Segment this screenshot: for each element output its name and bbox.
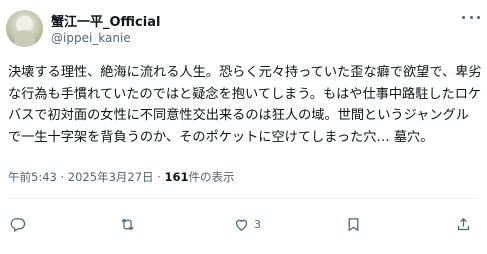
bookmark-button[interactable] [345,212,362,236]
bookmark-icon [348,217,359,231]
more-options-icon[interactable] [462,12,480,22]
like-count: 3 [254,217,261,231]
post-meta: 午前5:43 · 2025年3月27日 · 161件の表示 [8,169,235,185]
views-label: 件の表示 [188,170,235,184]
share-icon [457,217,470,230]
like-button[interactable]: 3 [233,212,261,236]
comment-icon [10,217,26,232]
meta-separator: · [157,170,161,184]
post-text: 決壊する理性、絶海に流れる人生。恐らく元々持っていた歪な癖で欲望で、卑劣な行為も… [8,65,482,145]
repost-icon [121,218,134,230]
divider [8,198,479,199]
repost-button[interactable] [119,212,136,236]
reply-button[interactable] [9,212,26,236]
meta-separator: · [60,170,65,184]
author-handle[interactable]: @ippei_kanie [51,31,131,45]
post-time[interactable]: 午前5:43 [8,170,57,184]
avatar[interactable] [6,10,43,47]
views-count: 161 [164,170,189,184]
author-name[interactable]: 蟹江一平_Official [51,11,160,30]
post-date[interactable]: 2025年3月27日 [68,170,154,184]
heart-icon [235,219,248,231]
action-bar: 3 [0,212,487,236]
share-button[interactable] [455,212,472,236]
